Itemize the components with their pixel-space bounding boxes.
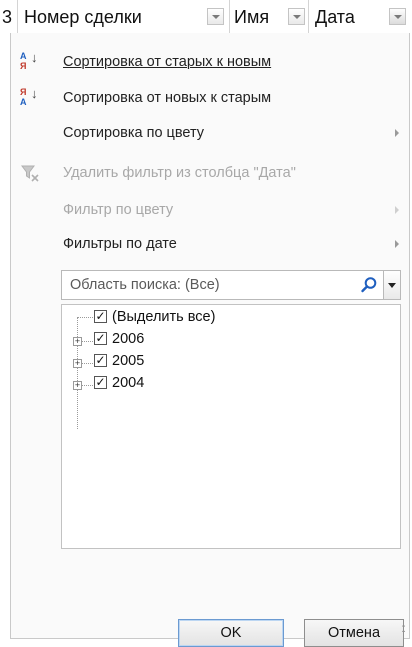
tree-item-label: (Выделить все)	[112, 309, 216, 325]
row-header: 3	[0, 0, 18, 33]
expand-plus-icon[interactable]: +	[73, 337, 82, 346]
value-tree-list[interactable]: ✓ (Выделить все) + ✓ 2006 + ✓ 2005 + ✓ 2…	[61, 304, 401, 549]
magnifier-icon[interactable]	[360, 276, 378, 294]
menu-item-label: Сортировка по цвету	[63, 125, 205, 141]
cancel-button[interactable]: Отмена	[304, 619, 404, 647]
row-number: 3	[2, 7, 13, 27]
checkbox-checked[interactable]: ✓	[94, 354, 107, 367]
column-header-label: Номер сделки	[24, 7, 142, 27]
menu-item-sort-by-color[interactable]: Сортировка по цвету	[11, 116, 409, 150]
menu-item-label: Фильтры по дате	[63, 236, 177, 252]
tree-item-label: 2005	[112, 353, 145, 369]
menu-item-date-filters[interactable]: Фильтры по дате	[11, 227, 409, 261]
search-input[interactable]: Область поиска: (Все)	[70, 277, 220, 293]
tree-connector	[77, 317, 93, 318]
tree-connector	[81, 385, 93, 386]
menu-item-label: Фильтр по цвету	[63, 202, 174, 218]
menu-item-clear-filter: Удалить фильтр из столбца "Дата"	[11, 156, 409, 190]
expand-plus-icon[interactable]: +	[73, 381, 82, 390]
checkbox-checked[interactable]: ✓	[94, 376, 107, 389]
filter-dropdown-button-active[interactable]	[389, 8, 406, 25]
filter-dropdown-button[interactable]	[207, 8, 224, 25]
resize-grip-icon[interactable]: ⁚⁚	[401, 624, 406, 635]
tree-item-label: 2006	[112, 331, 145, 347]
submenu-arrow-icon	[395, 206, 399, 214]
column-header-date: Дата	[309, 0, 412, 33]
tree-item-label: 2004	[112, 375, 145, 391]
column-header-deal-number: Номер сделки	[18, 0, 230, 33]
column-header-label: Имя	[234, 7, 270, 27]
menu-item-sort-desc[interactable]: Я A ↓ Сортировка от новых к старым	[11, 81, 409, 115]
sort-a-to-z-icon: A Я ↓	[20, 50, 38, 71]
expand-plus-icon[interactable]: +	[73, 359, 82, 368]
submenu-arrow-icon	[395, 129, 399, 137]
menu-item-sort-asc[interactable]: A Я ↓ Сортировка от старых к новым	[11, 45, 409, 79]
menu-item-label: Сортировка от старых к новым	[63, 54, 272, 70]
menu-item-label: Сортировка от новых к старым	[63, 90, 272, 106]
search-box[interactable]: Область поиска: (Все)	[61, 270, 401, 300]
filter-dropdown-button[interactable]	[288, 8, 305, 25]
clear-filter-icon	[20, 163, 40, 183]
tree-connector	[81, 363, 93, 364]
sort-z-to-a-icon: Я A ↓	[20, 86, 38, 107]
tree-connector	[77, 317, 78, 429]
column-header-label: Дата	[315, 7, 355, 27]
search-scope-dropdown-button[interactable]	[383, 271, 400, 299]
checkbox-checked[interactable]: ✓	[94, 332, 107, 345]
column-header-name: Имя	[230, 0, 309, 33]
column-header-row: 3 Номер сделки Имя Дата	[0, 0, 412, 33]
menu-item-filter-by-color: Фильтр по цвету	[11, 193, 409, 227]
tree-connector	[81, 341, 93, 342]
submenu-arrow-icon	[395, 240, 399, 248]
autofilter-menu: A Я ↓ Сортировка от старых к новым Я A ↓…	[10, 33, 410, 647]
menu-item-label: Удалить фильтр из столбца "Дата"	[63, 165, 296, 181]
ok-button[interactable]: OK	[178, 619, 284, 647]
checkbox-checked[interactable]: ✓	[94, 310, 107, 323]
